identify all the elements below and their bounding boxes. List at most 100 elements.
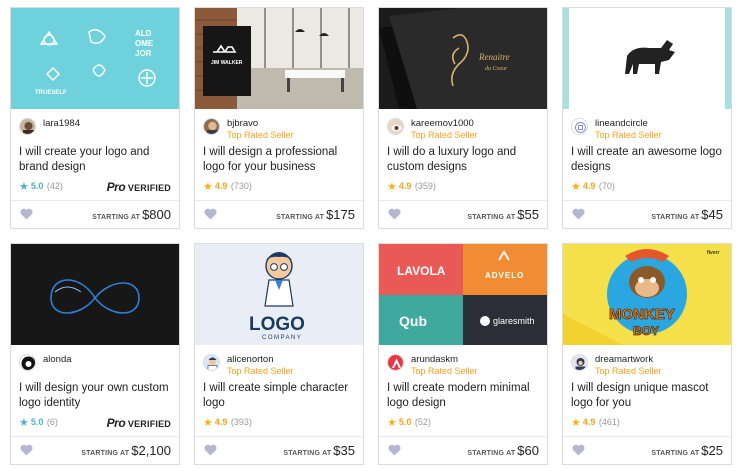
rating-value: 4.9 [582,417,596,427]
seller-avatar[interactable] [571,354,588,371]
svg-text:LOGO: LOGO [249,314,305,335]
starting-at-label: STARTING AT [467,214,516,221]
svg-text:TRUESELF: TRUESELF [35,90,67,96]
svg-text:COMPANY: COMPANY [262,335,302,341]
gig-title[interactable]: I will design a professional logo for yo… [203,145,358,175]
gig-title[interactable]: I will create an awesome logo designs [571,145,726,175]
gig-thumbnail[interactable]: ALD OME JOR TRUESELF [11,8,179,109]
star-icon: ★ [387,181,397,193]
rating-count: (359) [414,181,436,191]
star-icon: ★ [571,181,581,193]
gig-rating: ★ 4.9 (393) [203,416,252,429]
gig-price: $45 [701,207,723,222]
seller-avatar[interactable] [203,118,220,135]
svg-text:JIM WALKER: JIM WALKER [211,60,243,66]
rating-count: (42) [46,181,63,191]
seller-avatar[interactable] [19,354,36,371]
gig-thumbnail[interactable]: Renaitre du Coeur [379,8,547,109]
rating-value: 4.9 [214,417,228,427]
seller-name[interactable]: alonda [43,354,72,365]
heart-icon[interactable] [572,208,585,220]
svg-text:ADVELO: ADVELO [485,271,524,280]
gig-thumbnail[interactable]: MONKEY BOY fiverr [563,244,731,345]
seller-name[interactable]: lineandcircle [595,118,648,129]
star-icon: ★ [19,417,29,429]
starting-at-label: STARTING AT [283,450,332,457]
seller-level-badge: Top Rated Seller [227,366,294,376]
minimal-logos-thumbnail-image: LAVOLA ADVELO Qub glaresmith [379,244,547,345]
gig-title[interactable]: I will design unique mascot logo for you [571,381,726,411]
svg-text:JOR: JOR [135,49,152,58]
gig-thumbnail[interactable]: JIM WALKER [195,8,363,109]
rating-count: (461) [598,417,620,427]
heart-icon[interactable] [388,444,401,456]
star-icon: ★ [387,417,397,429]
rating-count: (70) [598,181,615,191]
star-icon: ★ [571,417,581,429]
logo-set-thumbnail-image: ALD OME JOR TRUESELF [11,8,179,109]
seller-name[interactable]: dreamartwork [595,354,653,365]
seller-avatar[interactable] [387,118,404,135]
seller-avatar[interactable] [203,354,220,371]
rating-value: 5.0 [30,417,44,427]
gig-title[interactable]: I will do a luxury logo and custom desig… [387,145,542,175]
gig-rating: ★ 4.9 (461) [571,416,620,429]
seller-level-badge: Top Rated Seller [227,130,294,140]
rating-value: 5.0 [398,417,412,427]
rating-value: 5.0 [30,181,44,191]
heart-icon[interactable] [388,208,401,220]
seller-level-badge: Top Rated Seller [595,130,662,140]
pro-verified-badge: Pro VERIFIED [106,416,171,430]
mascot-logo-thumbnail-image: MONKEY BOY fiverr [563,244,731,345]
seller-name[interactable]: arundaskm [411,354,458,365]
gig-card[interactable]: JIM WALKER bjbravo Top Rated Seller I wi… [194,7,364,229]
svg-text:fiverr: fiverr [707,250,720,256]
heart-icon[interactable] [20,208,33,220]
gig-thumbnail[interactable] [11,244,179,345]
gig-price: $2,100 [131,443,171,458]
svg-text:du Coeur: du Coeur [485,66,508,72]
gig-title[interactable]: I will create modern minimal logo design [387,381,542,411]
gig-card[interactable]: LAVOLA ADVELO Qub glaresmith arundaskm T… [378,243,548,465]
seller-level-badge: Top Rated Seller [411,366,478,376]
seller-level-badge: Top Rated Seller [595,366,662,376]
gig-title[interactable]: I will create your logo and brand design [19,145,174,175]
gig-thumbnail[interactable] [563,8,731,109]
seller-avatar[interactable] [571,118,588,135]
seller-name[interactable]: bjbravo [227,118,258,129]
seller-name[interactable]: alicenorton [227,354,273,365]
starting-at-label: STARTING AT [81,450,130,457]
gig-rating: ★ 4.9 (730) [203,180,252,193]
heart-icon[interactable] [572,444,585,456]
starting-at-label: STARTING AT [92,214,141,221]
seller-avatar[interactable] [387,354,404,371]
star-icon: ★ [203,181,213,193]
gig-price: $60 [517,443,539,458]
gig-card[interactable]: alonda I will design your own custom log… [10,243,180,465]
seller-name[interactable]: kareemov1000 [411,118,474,129]
gig-rating: ★ 5.0 (6) [19,416,58,429]
gig-card[interactable]: lineandcircle Top Rated Seller I will cr… [562,7,732,229]
gig-card[interactable]: Renaitre du Coeur kareemov1000 Top Rated… [378,7,548,229]
heart-icon[interactable] [204,444,217,456]
gig-rating: ★ 5.0 (42) [19,180,63,193]
gig-thumbnail[interactable]: LAVOLA ADVELO Qub glaresmith [379,244,547,345]
heart-icon[interactable] [20,444,33,456]
starting-at-label: STARTING AT [651,214,700,221]
character-logo-thumbnail-image: LOGO COMPANY [195,244,363,345]
seller-avatar[interactable] [19,118,36,135]
gig-card[interactable]: LOGO COMPANY alicenorton Top Rated Selle… [194,243,364,465]
gig-thumbnail[interactable]: LOGO COMPANY [195,244,363,345]
rating-count: (52) [414,417,431,427]
rating-value: 4.9 [582,181,596,191]
gig-card[interactable]: ALD OME JOR TRUESELF lara1984 I will cre… [10,7,180,229]
star-icon: ★ [203,417,213,429]
heart-icon[interactable] [204,208,217,220]
gig-price: $800 [142,207,171,222]
starting-at-label: STARTING AT [467,450,516,457]
gig-title[interactable]: I will create simple character logo [203,381,358,411]
seller-name[interactable]: lara1984 [43,118,80,129]
gig-title[interactable]: I will design your own custom logo ident… [19,381,174,411]
svg-text:glaresmith: glaresmith [493,316,535,326]
gig-card[interactable]: MONKEY BOY fiverr dreamartwork Top Rated… [562,243,732,465]
